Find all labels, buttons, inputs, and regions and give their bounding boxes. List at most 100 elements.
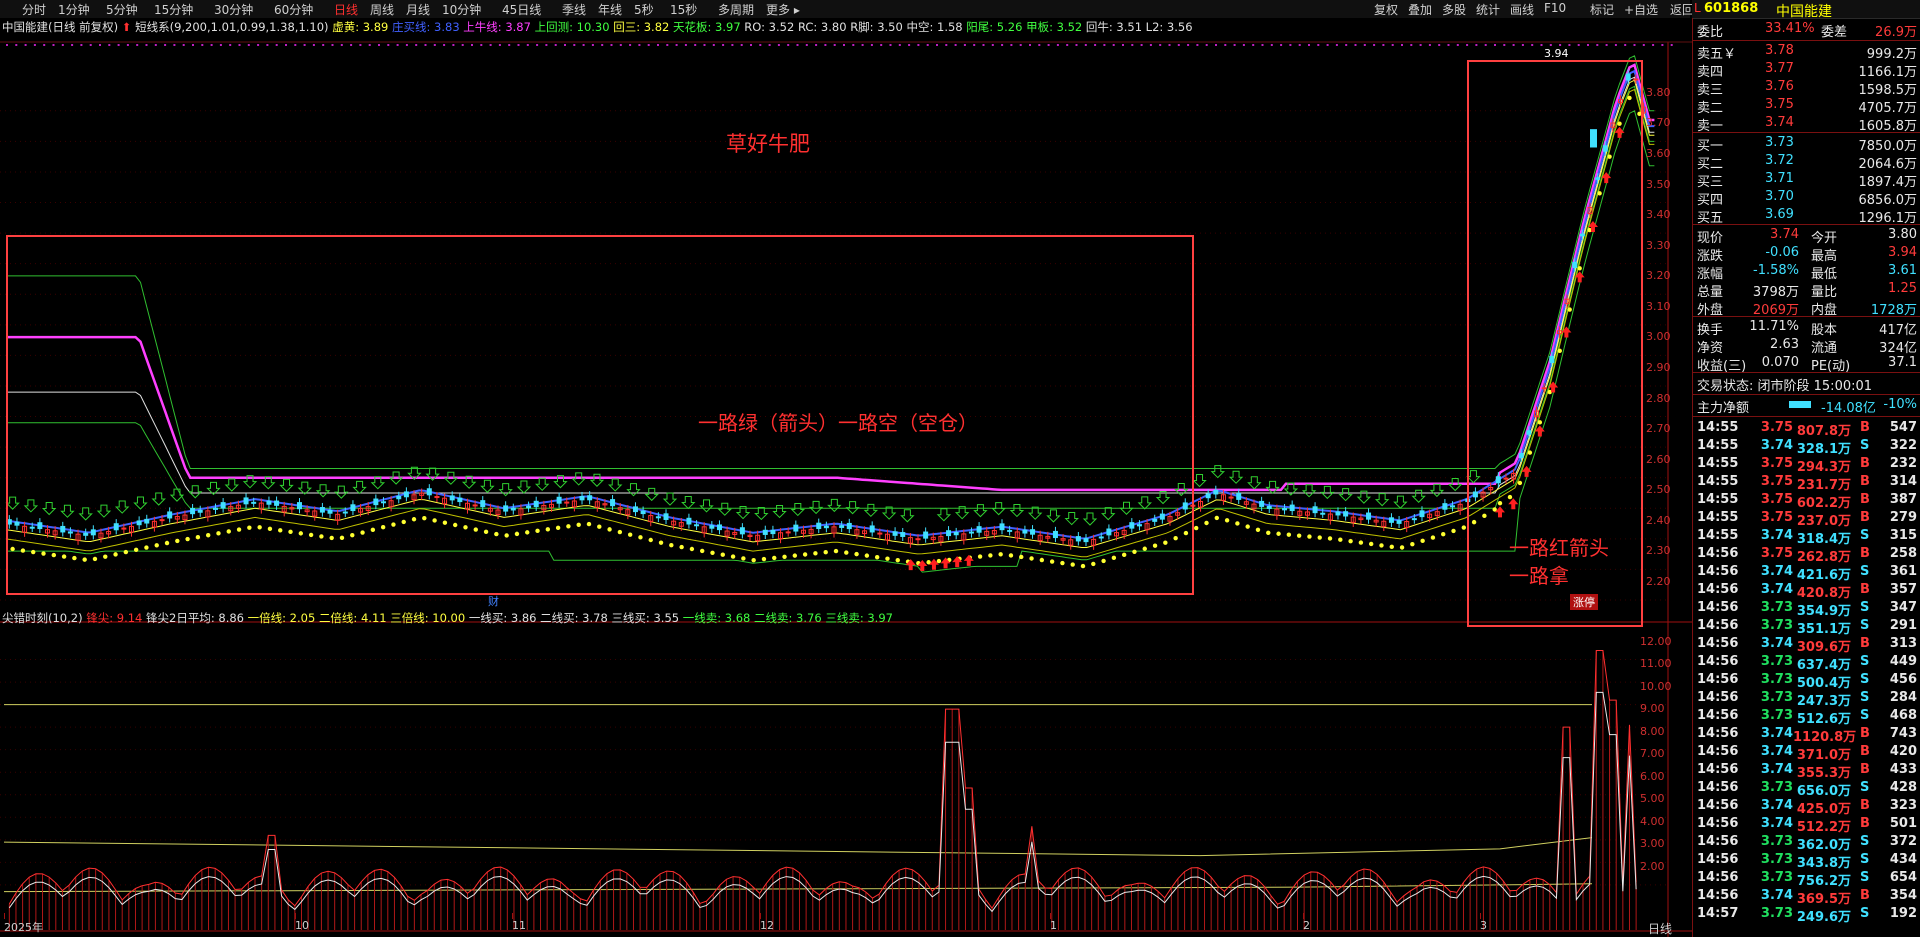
tick-count: 434: [1889, 852, 1917, 867]
date-axis-tick-5: [1303, 913, 1304, 919]
limit-up-badge: 涨停: [1570, 594, 1598, 610]
tick-price: 3.73: [1760, 690, 1793, 705]
bid-row-4: 买五 3.69 1296.1万: [1693, 206, 1920, 226]
sub-legend-item-7: 三线买: 3.55: [611, 611, 683, 625]
period-tab-2[interactable]: 5分钟: [106, 1, 138, 18]
tick-side: B: [1860, 798, 1870, 813]
toolbar-action-5[interactable]: F10: [1544, 1, 1566, 15]
main-axis-tick-7: 3.10: [1646, 299, 1671, 313]
tick-side: S: [1860, 870, 1870, 885]
finance-marker[interactable]: 财: [488, 593, 499, 609]
period-tab-12[interactable]: 年线: [598, 1, 622, 18]
period-tab-5[interactable]: 60分钟: [274, 1, 313, 18]
quote-value-2: 3.80: [1888, 227, 1917, 242]
period-tab-0[interactable]: 分时: [22, 1, 46, 18]
tick-count: 323: [1889, 798, 1917, 813]
tick-time: 14:56: [1697, 654, 1739, 669]
tick-time: 14:56: [1697, 762, 1739, 777]
tick-time: 14:56: [1697, 600, 1739, 615]
period-tab-11[interactable]: 季线: [562, 1, 586, 18]
date-axis-label-3: 12: [760, 919, 774, 932]
bid-price: 3.70: [1765, 189, 1794, 204]
toolbar-action-2[interactable]: 多股: [1442, 1, 1466, 18]
tick-side: B: [1860, 582, 1870, 597]
period-tab-7[interactable]: 周线: [370, 1, 394, 18]
tick-price: 3.74: [1760, 528, 1793, 543]
separator: [1693, 224, 1920, 225]
toolbar-action-1[interactable]: 叠加: [1408, 1, 1432, 18]
main-axis-tick-15: 2.30: [1646, 544, 1671, 558]
tick-side: B: [1860, 474, 1870, 489]
tick-price: 3.73: [1760, 654, 1793, 669]
period-tab-13[interactable]: 5秒: [634, 1, 654, 18]
tick-price: 3.75: [1760, 510, 1793, 525]
tick-count: 420: [1889, 744, 1917, 759]
tick-row-7: 14:56 3.75 262.8万 B 258: [1693, 545, 1920, 565]
weibi-row: 委比 33.41% 委差 26.9万: [1693, 20, 1920, 40]
toolbar-action-7[interactable]: +自选: [1624, 1, 1658, 18]
sub-legend-item-9: 二线卖: 3.76: [754, 611, 826, 625]
sub-axis-tick-7: 5.00: [1640, 792, 1665, 806]
date-axis-tick-0: [4, 913, 5, 919]
tick-price: 3.74: [1760, 816, 1793, 831]
tick-row-9: 14:56 3.74 420.8万 B 357: [1693, 581, 1920, 601]
period-tab-14[interactable]: 15秒: [670, 1, 697, 18]
tick-price: 3.74: [1760, 636, 1793, 651]
tick-count: 192: [1889, 906, 1917, 921]
toolbar-action-8[interactable]: 返回: [1670, 1, 1694, 18]
trade-status: 交易状态: 闭市阶段 15:00:01: [1697, 379, 1873, 394]
main-axis-tick-9: 2.90: [1646, 360, 1671, 374]
date-axis-tick-2: [512, 913, 513, 919]
net-row: 主力净额 -14.08亿 -10%: [1693, 396, 1920, 416]
quote-value-2: 3.94: [1888, 245, 1917, 260]
tick-time: 14:56: [1697, 888, 1739, 903]
tick-side: S: [1860, 852, 1870, 867]
date-axis-tick-6: [1480, 913, 1481, 919]
tick-count: 279: [1889, 510, 1917, 525]
tick-volume: 249.6万: [1796, 910, 1851, 925]
tick-price: 3.74: [1760, 582, 1793, 597]
main-axis-tick-16: 2.20: [1646, 575, 1671, 588]
tick-count: 357: [1889, 582, 1917, 597]
separator: [1693, 316, 1920, 317]
period-tab-6[interactable]: 日线: [334, 1, 358, 18]
tick-row-2: 14:55 3.75 294.3万 B 232: [1693, 455, 1920, 475]
tick-count: 322: [1889, 438, 1917, 453]
tick-count: 313: [1889, 636, 1917, 651]
toolbar-action-0[interactable]: 复权: [1374, 1, 1398, 18]
period-label[interactable]: 日线: [1648, 920, 1672, 937]
ask-row-2: 卖三 3.76 1598.5万: [1693, 78, 1920, 98]
toolbar-action-4[interactable]: 画线: [1510, 1, 1534, 18]
separator: [1693, 132, 1920, 133]
separator: [1693, 372, 1920, 373]
period-tab-8[interactable]: 月线: [406, 1, 430, 18]
tick-time: 14:56: [1697, 744, 1739, 759]
period-tab-1[interactable]: 1分钟: [58, 1, 90, 18]
stock-title-bar: L 601868 中国能建: [1692, 0, 1920, 20]
sub-legend: 尖错时刻(10,2) 锋尖: 9.14 锋尖2日平均: 8.86 一倍线: 2.…: [2, 610, 893, 626]
tick-time: 14:55: [1697, 456, 1739, 471]
tick-row-20: 14:56 3.73 656.0万 S 428: [1693, 779, 1920, 799]
net-label: 主力净额: [1697, 401, 1750, 416]
tick-price: 3.73: [1760, 672, 1793, 687]
tick-row-24: 14:56 3.73 343.8万 S 434: [1693, 851, 1920, 871]
ask-price: 3.74: [1765, 115, 1794, 130]
period-tab-4[interactable]: 30分钟: [214, 1, 253, 18]
stock-code[interactable]: 601868: [1704, 1, 1758, 16]
legend-item-10: 阳尾: 5.26: [966, 20, 1027, 34]
date-axis-label-2: 11: [512, 919, 526, 932]
tick-row-8: 14:56 3.74 421.6万 S 361: [1693, 563, 1920, 583]
period-tab-16[interactable]: 更多 ▸: [766, 1, 800, 18]
period-tab-9[interactable]: 10分钟: [442, 1, 481, 18]
period-tab-15[interactable]: 多周期: [718, 1, 754, 18]
tick-price: 3.73: [1760, 618, 1793, 633]
period-tab-3[interactable]: 15分钟: [154, 1, 193, 18]
period-tab-10[interactable]: 45日线: [502, 1, 541, 18]
bid-row-2: 买三 3.71 1897.4万: [1693, 170, 1920, 190]
legend-item-6: RO: 3.52: [744, 20, 798, 34]
tick-count: 372: [1889, 834, 1917, 849]
kline-chart-area[interactable]: [0, 18, 1692, 937]
tick-side: S: [1860, 672, 1870, 687]
toolbar-action-3[interactable]: 统计: [1476, 1, 1500, 18]
toolbar-action-6[interactable]: 标记: [1590, 1, 1614, 18]
